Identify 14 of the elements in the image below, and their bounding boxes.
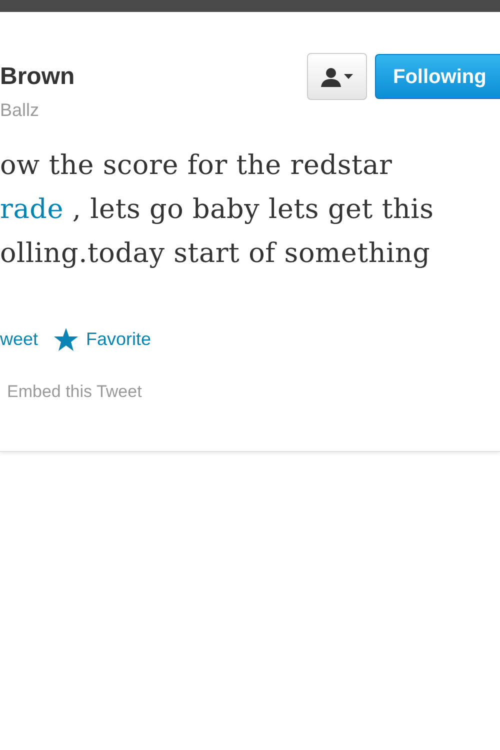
tweet-text-line: rade , lets go baby lets get this [0,193,435,227]
person-icon [321,66,341,86]
retweet-link[interactable]: weet [0,326,38,353]
star-icon [54,328,78,351]
embed-tweet-link[interactable]: Embed this Tweet [7,379,500,404]
tweet-text-line: olling.today start of something [0,237,432,271]
hashtag-link[interactable]: rade [0,194,64,225]
caret-icon [344,74,353,79]
tweet-text-line: ow the score for the redstar [0,149,394,183]
user-handle[interactable]: Ballz [0,97,75,124]
following-button[interactable]: Following [375,54,500,99]
favorite-link[interactable]: Favorite [86,326,152,353]
user-menu-button[interactable] [307,53,367,100]
user-name[interactable]: Brown [0,65,75,89]
